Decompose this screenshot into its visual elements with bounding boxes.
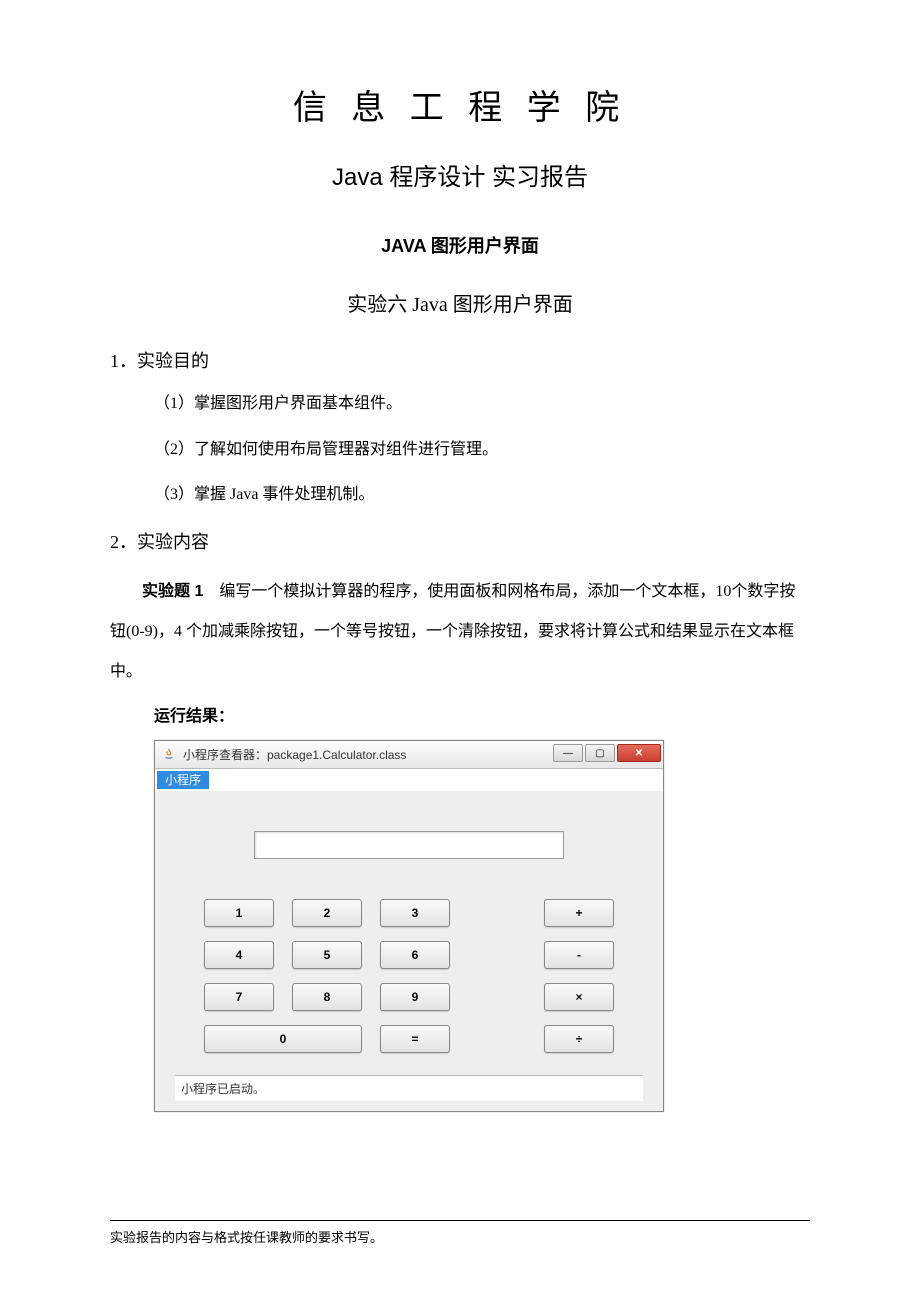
key-5[interactable]: 5	[292, 941, 362, 969]
objective-item: （2）了解如何使用布局管理器对组件进行管理。	[110, 437, 810, 463]
key-4[interactable]: 4	[204, 941, 274, 969]
calculator-keypad: 1 2 3 + 4 5 6 - 7 8 9 × 0 = ÷	[175, 899, 643, 1053]
institution-title: 信 息 工 程 学 院	[110, 80, 810, 129]
key-0[interactable]: 0	[204, 1025, 362, 1053]
task-text: 编写一个模拟计算器的程序，使用面板和网格布局，添加一个文本框，10个数字按钮(0…	[110, 583, 795, 680]
key-minus[interactable]: -	[544, 941, 614, 969]
key-3[interactable]: 3	[380, 899, 450, 927]
window-titlebar[interactable]: 小程序查看器：package1.Calculator.class — ▢ ✕	[155, 741, 663, 769]
java-icon	[161, 746, 177, 762]
task-label: 实验题 1	[142, 583, 203, 600]
key-8[interactable]: 8	[292, 983, 362, 1011]
maximize-button[interactable]: ▢	[585, 744, 615, 762]
menu-applet[interactable]: 小程序	[157, 771, 209, 789]
key-plus[interactable]: +	[544, 899, 614, 927]
key-multiply[interactable]: ×	[544, 983, 614, 1011]
minimize-button[interactable]: —	[553, 744, 583, 762]
key-1[interactable]: 1	[204, 899, 274, 927]
window-controls: — ▢ ✕	[551, 744, 661, 764]
key-6[interactable]: 6	[380, 941, 450, 969]
heading-objectives: 1．实验目的	[110, 347, 810, 373]
key-divide[interactable]: ÷	[544, 1025, 614, 1053]
key-equals[interactable]: =	[380, 1025, 450, 1053]
section-title: JAVA 图形用户界面	[110, 232, 810, 258]
run-result-label: 运行结果：	[154, 702, 810, 726]
key-2[interactable]: 2	[292, 899, 362, 927]
task-paragraph: 实验题 1 编写一个模拟计算器的程序，使用面板和网格布局，添加一个文本框，10个…	[110, 572, 810, 692]
applet-window: 小程序查看器：package1.Calculator.class — ▢ ✕ 小…	[154, 740, 664, 1112]
page-footer-note: 实验报告的内容与格式按任课教师的要求书写。	[110, 1220, 810, 1246]
close-button[interactable]: ✕	[617, 744, 661, 762]
calculator-display[interactable]	[254, 831, 564, 859]
objective-item: （3）掌握 Java 事件处理机制。	[110, 482, 810, 508]
key-9[interactable]: 9	[380, 983, 450, 1011]
report-title: Java 程序设计 实习报告	[110, 157, 810, 192]
applet-body: 1 2 3 + 4 5 6 - 7 8 9 × 0 = ÷ 小程序已启动。	[155, 791, 663, 1111]
window-title: 小程序查看器：package1.Calculator.class	[183, 746, 551, 763]
key-7[interactable]: 7	[204, 983, 274, 1011]
heading-content: 2．实验内容	[110, 528, 810, 554]
objective-item: （1）掌握图形用户界面基本组件。	[110, 391, 810, 417]
menu-bar: 小程序	[155, 769, 663, 791]
experiment-title: 实验六 Java 图形用户界面	[110, 288, 810, 317]
applet-status-bar: 小程序已启动。	[175, 1075, 643, 1101]
